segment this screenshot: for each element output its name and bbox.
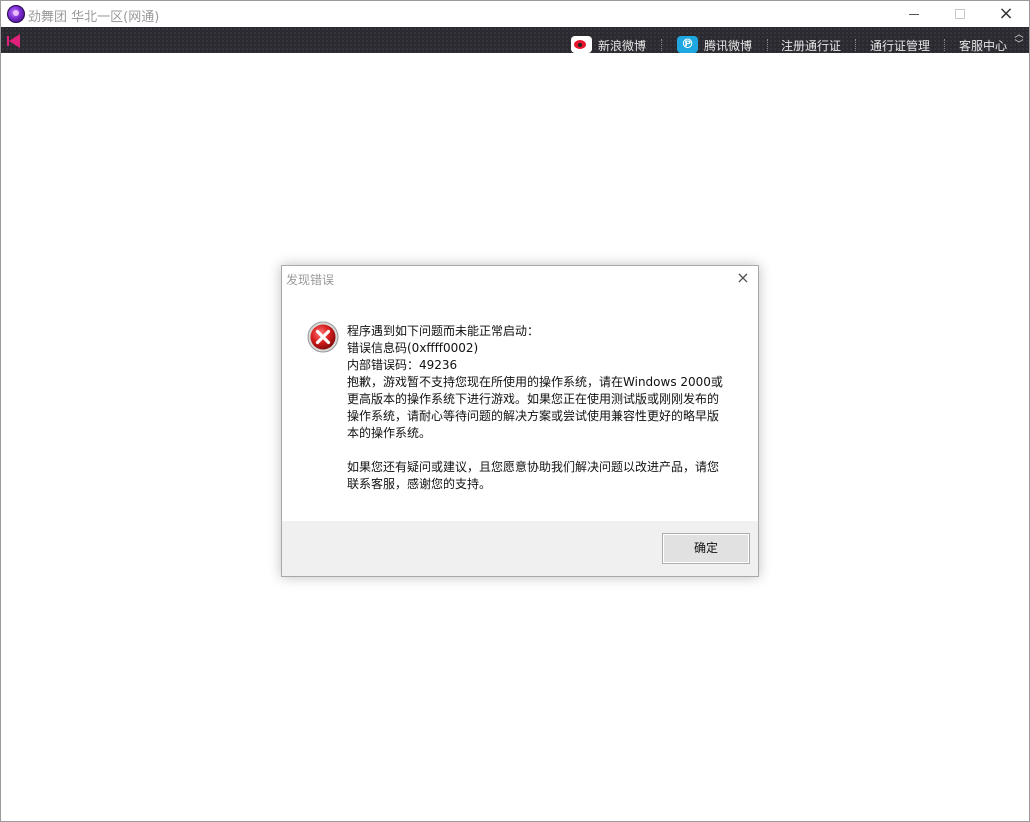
message-line: 内部错误码：49236 xyxy=(347,358,458,372)
message-line: 抱歉，游戏暂不支持您现在所使用的操作系统，请在Windows 2000或 xyxy=(347,375,723,389)
message-line: 联系客服，感谢您的支持。 xyxy=(347,477,492,491)
tencent-weibo-icon[interactable]: ℗ xyxy=(677,36,698,53)
toolbar-link-register-pass[interactable]: 注册通行证 xyxy=(781,37,841,54)
toolbar-separator xyxy=(855,39,856,51)
window-title: 劲舞团 华北一区(网通) xyxy=(28,10,160,25)
toolbar-separator xyxy=(944,39,945,51)
message-line: 程序遇到如下问题而未能正常启动： xyxy=(347,324,540,338)
chevron-down-icon[interactable]: ﹀ xyxy=(1014,40,1023,50)
message-line: 本的操作系统。 xyxy=(347,426,432,440)
game-window: 劲舞团 华北一区(网通) × 新浪微博 ℗ 腾讯微博 注册通行证 通行证管理 客… xyxy=(0,0,1030,822)
maximize-icon xyxy=(955,9,965,19)
message-line: 操作系统，请耐心等待问题的解决方案或尝试使用兼容性更好的略早版 xyxy=(347,409,720,423)
dialog-footer: 确定 xyxy=(282,521,758,576)
toolbar: 新浪微博 ℗ 腾讯微博 注册通行证 通行证管理 客服中心 xyxy=(1,27,1029,53)
chevron-up-icon[interactable]: ︿ xyxy=(1014,30,1023,40)
error-dialog: 发现错误 × 程序遇到如下问题而未能正常启动： 错误信息码(0xffff0002… xyxy=(281,265,759,577)
title-bar[interactable]: 劲舞团 华北一区(网通) × xyxy=(1,1,1029,27)
message-line: 更高版本的操作系统下进行游戏。如果您正在使用测试版或刚刚发布的 xyxy=(347,392,720,406)
toolbar-scroll-arrows[interactable]: ︿ ﹀ xyxy=(1011,28,1027,52)
dialog-close-button[interactable]: × xyxy=(734,269,752,287)
toolbar-link-sina-weibo[interactable]: 新浪微博 xyxy=(598,37,646,54)
message-line: 错误信息码(0xffff0002) xyxy=(347,341,479,355)
minimize-icon xyxy=(909,13,919,15)
toolbar-link-tencent-weibo[interactable]: 腾讯微博 xyxy=(704,37,752,54)
toolbar-separator xyxy=(767,39,768,51)
ok-button[interactable]: 确定 xyxy=(662,533,750,564)
minimize-button[interactable] xyxy=(891,1,937,27)
close-button[interactable]: × xyxy=(983,1,1029,27)
back-arrow-icon[interactable] xyxy=(7,34,21,48)
close-icon: × xyxy=(998,3,1014,24)
error-icon xyxy=(307,321,339,353)
app-logo-icon xyxy=(7,5,25,23)
sina-weibo-icon[interactable] xyxy=(571,36,592,53)
dialog-message: 程序遇到如下问题而未能正常启动： 错误信息码(0xffff0002) 内部错误码… xyxy=(347,323,732,493)
toolbar-link-pass-manage[interactable]: 通行证管理 xyxy=(870,37,930,54)
dialog-title: 发现错误 xyxy=(286,273,335,287)
message-line: 如果您还有疑问或建议，且您愿意协助我们解决问题以改进产品，请您 xyxy=(347,460,720,474)
toolbar-link-customer-service[interactable]: 客服中心 xyxy=(959,37,1007,54)
maximize-button[interactable] xyxy=(937,1,983,27)
toolbar-separator xyxy=(661,39,662,51)
